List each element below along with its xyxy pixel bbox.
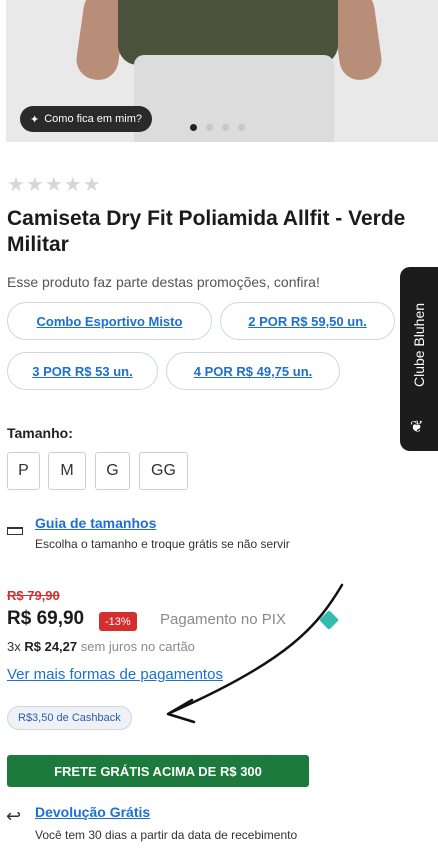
installment-prefix: 3x — [7, 639, 21, 654]
try-on-label: Como fica em mim? — [44, 113, 143, 125]
tree-icon: ❦ — [410, 419, 424, 436]
rating-stars[interactable]: ★★★★★ — [7, 172, 102, 197]
installment-info: 3x R$ 24,27 sem juros no cartão — [7, 639, 195, 654]
gallery-dot[interactable] — [190, 124, 197, 131]
pix-icon — [319, 610, 339, 630]
size-option-g[interactable]: G — [95, 452, 130, 490]
promo-chip-4-por[interactable]: 4 POR R$ 49,75 un. — [166, 352, 340, 390]
discount-badge: -13% — [99, 612, 137, 631]
size-guide-description: Escolha o tamanho e troque grátis se não… — [35, 537, 290, 551]
sparkle-icon: ✦ — [30, 113, 40, 126]
gallery-dot[interactable] — [238, 124, 245, 131]
current-price: R$ 69,90 — [7, 608, 85, 629]
installment-suffix: sem juros no cartão — [80, 639, 195, 654]
gallery-dots — [190, 124, 245, 131]
product-title: Camiseta Dry Fit Poliamida Allfit - Verd… — [7, 207, 406, 256]
size-label: Tamanho: — [7, 425, 73, 441]
free-shipping-banner: FRETE GRÁTIS ACIMA DE R$ 300 — [7, 755, 309, 787]
club-side-tab[interactable]: Clube Bluhen ❦ — [400, 267, 438, 451]
return-arrow-icon: ↩ — [6, 806, 22, 826]
size-option-m[interactable]: M — [48, 452, 86, 490]
more-payment-link[interactable]: Ver mais formas de pagamentos — [7, 666, 223, 683]
size-option-gg[interactable]: GG — [139, 452, 188, 490]
old-price: R$ 79,90 — [7, 588, 60, 603]
free-return-link[interactable]: Devolução Grátis — [35, 804, 150, 820]
cashback-badge: R$3,50 de Cashback — [7, 706, 132, 730]
promo-chip-3-por[interactable]: 3 POR R$ 53 un. — [7, 352, 158, 390]
gallery-dot[interactable] — [222, 124, 229, 131]
promotions-intro: Esse produto faz parte destas promoções,… — [7, 274, 320, 290]
size-option-p[interactable]: P — [7, 452, 40, 490]
return-description: Você tem 30 dias a partir da data de rec… — [35, 828, 298, 842]
promo-chip-2-por[interactable]: 2 POR R$ 59,50 un. — [220, 302, 395, 340]
try-on-button[interactable]: ✦ Como fica em mim? — [20, 106, 153, 132]
installment-value: R$ 24,27 — [24, 639, 78, 654]
ruler-icon — [7, 527, 23, 535]
pix-label: Pagamento no PIX — [160, 611, 286, 628]
gallery-dot[interactable] — [206, 124, 213, 131]
promo-chip-combo[interactable]: Combo Esportivo Misto — [7, 302, 212, 340]
model-arm-right — [329, 0, 385, 83]
club-label: Clube Bluhen — [411, 302, 427, 388]
size-guide-link[interactable]: Guia de tamanhos — [35, 515, 156, 531]
